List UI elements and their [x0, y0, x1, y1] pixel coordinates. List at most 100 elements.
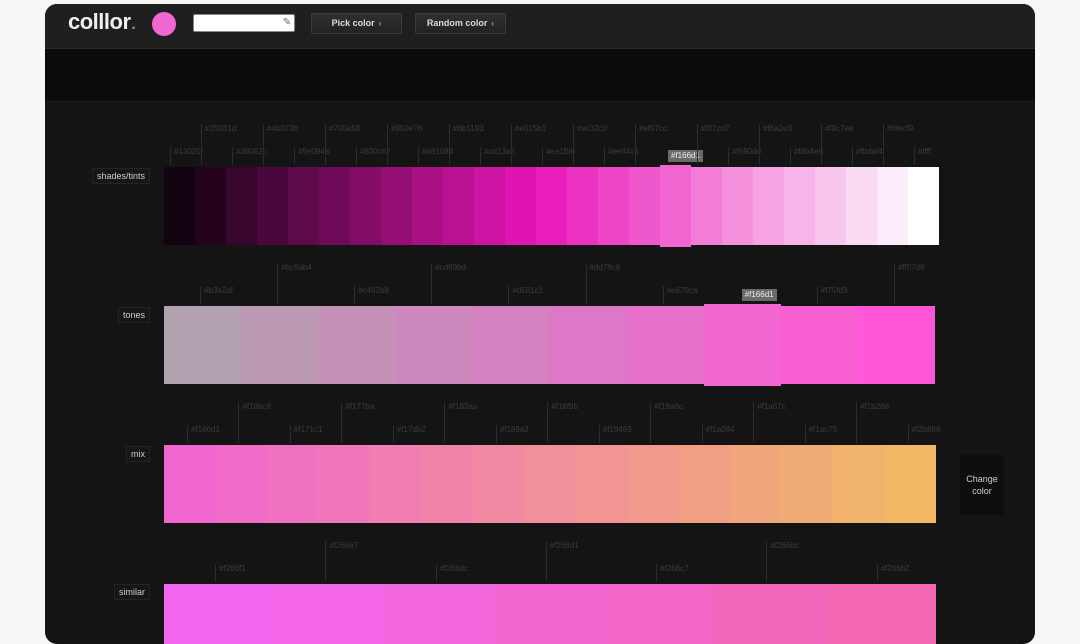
color-swatch[interactable]	[575, 445, 628, 523]
color-swatch[interactable]	[195, 167, 226, 245]
label-guide-line	[325, 124, 326, 165]
color-hex-label: #ffff	[918, 147, 931, 156]
color-swatch[interactable]	[443, 167, 474, 245]
color-swatch[interactable]	[703, 304, 781, 386]
color-hex-label: #fbdaf4	[856, 147, 883, 156]
color-swatch[interactable]	[266, 445, 319, 523]
color-swatch[interactable]	[472, 445, 525, 523]
label-guide-line	[656, 564, 658, 582]
label-guide-line	[728, 147, 729, 165]
color-strip	[164, 445, 936, 523]
color-hex-label: #f9c7ee	[825, 124, 854, 133]
color-swatch[interactable]	[629, 167, 660, 245]
label-guide-line	[635, 124, 636, 165]
label-guide-line	[480, 147, 481, 165]
color-swatch[interactable]	[884, 445, 936, 523]
color-swatch[interactable]	[164, 584, 275, 644]
color-swatch[interactable]	[395, 306, 473, 384]
color-swatch[interactable]	[605, 584, 716, 644]
color-hex-label: #f1ac75	[808, 425, 838, 434]
color-swatch[interactable]	[241, 306, 319, 384]
color-hex-label: #f183aa	[448, 402, 478, 411]
color-hex-label: #c492b8	[358, 286, 389, 295]
color-swatch[interactable]	[421, 445, 473, 523]
color-swatch[interactable]	[350, 167, 381, 245]
color-swatch[interactable]	[215, 445, 267, 523]
row-label: tones	[118, 307, 151, 323]
color-hex-label: #f177ba	[345, 402, 375, 411]
color-swatch[interactable]	[598, 167, 629, 245]
color-swatch[interactable]	[274, 584, 385, 644]
color-swatch[interactable]	[524, 445, 576, 523]
color-swatch[interactable]	[780, 306, 858, 384]
color-hex-label: #950e76	[391, 124, 423, 133]
label-guide-line	[821, 124, 822, 165]
color-swatch[interactable]	[164, 445, 216, 523]
color-hex-label: #700a58	[329, 124, 361, 133]
color-hex-label: #f75fd3	[820, 286, 848, 295]
label-guide-line	[170, 147, 171, 165]
color-swatch[interactable]	[846, 167, 877, 245]
color-swatch[interactable]	[164, 306, 242, 384]
color-hex-label: #ef57cc	[639, 124, 668, 133]
color-swatch[interactable]	[857, 306, 935, 384]
color-hex-label: #f1a67c	[757, 402, 786, 411]
logo[interactable]: colllor.	[68, 9, 137, 35]
color-swatch[interactable]	[908, 167, 939, 245]
color-swatch[interactable]	[825, 584, 936, 644]
color-hex-label: #f19493	[602, 425, 632, 434]
color-swatch[interactable]	[494, 584, 606, 644]
label-guide-line	[876, 564, 878, 582]
label-guide-line	[341, 402, 343, 443]
color-swatch[interactable]	[288, 167, 319, 245]
color-hex-label: #bc9ab4	[281, 263, 312, 272]
eyedropper-icon[interactable]: ✎	[281, 17, 293, 29]
label-guide-line	[356, 147, 357, 165]
color-swatch[interactable]	[257, 167, 288, 245]
color-swatch[interactable]	[536, 167, 567, 245]
color-swatch[interactable]	[815, 167, 846, 245]
color-swatch[interactable]	[474, 167, 505, 245]
color-swatch[interactable]	[627, 445, 679, 523]
pick-color-button[interactable]: Pick color ‹	[311, 13, 402, 34]
color-hex-label: #d581c1	[512, 286, 544, 295]
color-swatch[interactable]	[319, 167, 350, 245]
random-color-button[interactable]: Random color ‹	[415, 13, 506, 34]
color-swatch[interactable]	[691, 167, 722, 245]
color-swatch[interactable]	[678, 445, 730, 523]
color-swatch[interactable]	[715, 584, 826, 644]
change-color-button[interactable]: Change color	[960, 455, 1004, 515]
color-swatch[interactable]	[412, 167, 443, 245]
color-swatch[interactable]	[781, 445, 833, 523]
color-swatch[interactable]	[318, 306, 396, 384]
color-swatch[interactable]	[369, 445, 422, 523]
color-hex-label: #cd89bd	[435, 263, 466, 272]
color-hex-label: #f266b2	[880, 564, 910, 573]
color-swatch[interactable]	[318, 445, 370, 523]
color-swatch[interactable]	[626, 306, 704, 384]
color-swatch[interactable]	[729, 445, 782, 523]
color-swatch[interactable]	[549, 306, 627, 384]
color-swatch[interactable]	[753, 167, 784, 245]
color-swatch[interactable]	[505, 167, 536, 245]
color-swatch[interactable]	[784, 167, 815, 245]
color-swatch[interactable]	[381, 167, 412, 245]
color-swatch[interactable]	[660, 165, 691, 247]
color-swatch[interactable]	[722, 167, 753, 245]
color-hex-label: #f266c7	[660, 564, 689, 573]
color-swatch[interactable]	[226, 167, 257, 245]
color-swatch[interactable]	[832, 445, 885, 523]
row-label: shades/tints	[92, 168, 151, 184]
color-swatch[interactable]	[164, 167, 195, 245]
current-color-swatch[interactable]	[152, 12, 176, 36]
label-guide-line	[542, 147, 543, 165]
color-swatch[interactable]	[472, 306, 550, 384]
hex-color-input[interactable]	[193, 14, 295, 32]
color-swatch[interactable]	[384, 584, 495, 644]
color-swatch[interactable]	[877, 167, 908, 245]
label-guide-line	[545, 541, 547, 582]
label-guide-line	[701, 425, 703, 443]
label-guide-line	[650, 402, 652, 443]
label-guide-line	[449, 124, 450, 165]
color-swatch[interactable]	[567, 167, 598, 245]
